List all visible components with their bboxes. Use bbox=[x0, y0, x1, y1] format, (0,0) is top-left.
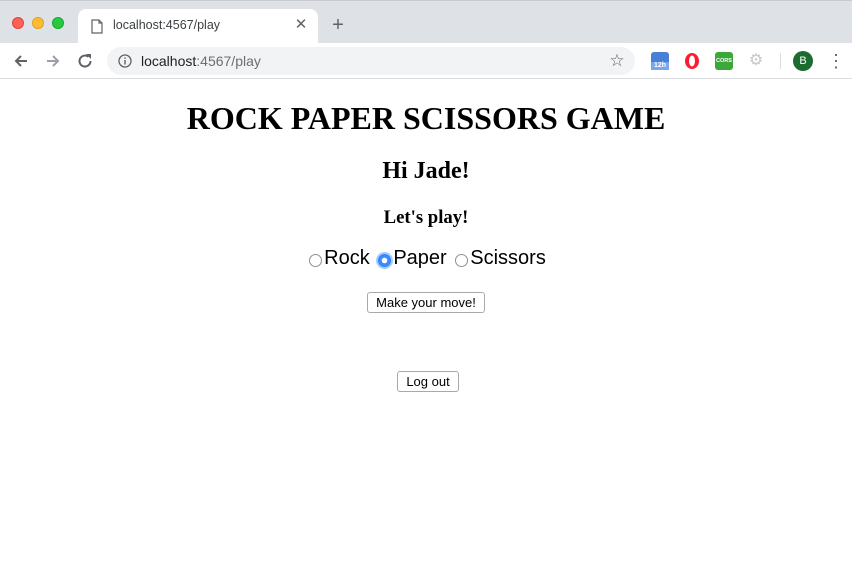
option-scissors[interactable]: Scissors bbox=[452, 247, 546, 270]
scissors-label[interactable]: Scissors bbox=[470, 247, 546, 270]
rock-radio[interactable] bbox=[309, 254, 323, 267]
prompt-heading: Let's play! bbox=[383, 207, 469, 228]
address-bar[interactable]: localhost:4567/play ☆ bbox=[107, 47, 635, 75]
extension-12h-icon[interactable]: 12h bbox=[651, 52, 669, 70]
profile-avatar[interactable]: B bbox=[793, 51, 813, 71]
url-path: :4567/play bbox=[196, 53, 261, 69]
browser-toolbar: localhost:4567/play ☆ 12h CORS ⚙ B ⋮ bbox=[0, 43, 852, 79]
page-icon bbox=[91, 19, 103, 34]
back-arrow-icon[interactable] bbox=[11, 51, 31, 71]
maximize-window-button[interactable] bbox=[52, 17, 64, 29]
close-tab-icon[interactable]: ✕ bbox=[293, 17, 309, 33]
info-icon[interactable] bbox=[118, 54, 132, 68]
page-title: ROCK PAPER SCISSORS GAME bbox=[186, 100, 666, 136]
tab-strip: localhost:4567/play ✕ + bbox=[0, 0, 852, 44]
bookmark-star-icon[interactable]: ☆ bbox=[607, 51, 627, 71]
paper-radio[interactable] bbox=[378, 254, 392, 267]
tab-title: localhost:4567/play bbox=[113, 18, 221, 32]
url-text: localhost:4567/play bbox=[141, 53, 261, 69]
extension-opera-icon[interactable] bbox=[683, 52, 701, 70]
browser-menu-icon[interactable]: ⋮ bbox=[826, 51, 846, 71]
scissors-radio[interactable] bbox=[455, 254, 469, 267]
reload-icon[interactable] bbox=[75, 51, 95, 71]
log-out-button[interactable]: Log out bbox=[397, 371, 459, 392]
new-tab-icon[interactable]: + bbox=[328, 15, 348, 35]
forward-arrow-icon[interactable] bbox=[43, 51, 63, 71]
paper-label[interactable]: Paper bbox=[393, 247, 446, 270]
url-host: localhost bbox=[141, 53, 197, 69]
extension-12h-label: 12h bbox=[651, 62, 669, 70]
toolbar-divider bbox=[780, 53, 781, 69]
option-paper[interactable]: Paper bbox=[375, 247, 447, 270]
make-move-button[interactable]: Make your move! bbox=[367, 292, 485, 313]
rock-label[interactable]: Rock bbox=[324, 247, 370, 270]
move-options: Rock Paper Scissors bbox=[0, 247, 852, 275]
page-body: ROCK PAPER SCISSORS GAME Hi Jade! Let's … bbox=[0, 80, 852, 569]
extension-gear-icon[interactable]: ⚙ bbox=[747, 52, 765, 70]
minimize-window-button[interactable] bbox=[32, 17, 44, 29]
extension-cors-icon[interactable]: CORS bbox=[715, 52, 733, 70]
browser-tab[interactable]: localhost:4567/play ✕ bbox=[78, 9, 318, 44]
close-window-button[interactable] bbox=[12, 17, 24, 29]
option-rock[interactable]: Rock bbox=[306, 247, 370, 270]
greeting-heading: Hi Jade! bbox=[382, 158, 470, 184]
